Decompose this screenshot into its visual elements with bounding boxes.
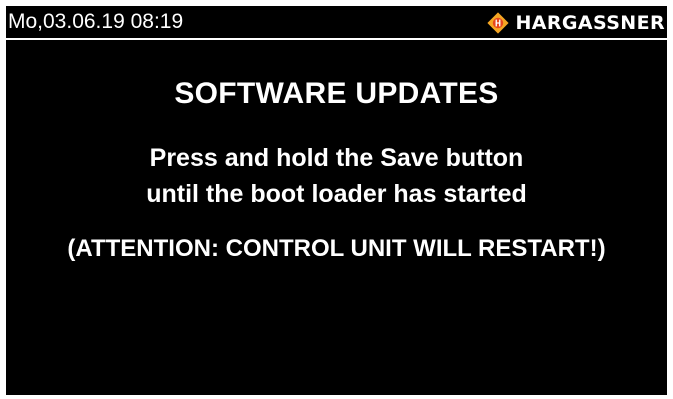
status-bar: Mo,03.06.19 08:19 HARGASSNER bbox=[6, 6, 667, 40]
page-title: SOFTWARE UPDATES bbox=[174, 77, 499, 110]
brand: HARGASSNER bbox=[487, 10, 665, 36]
brand-name: HARGASSNER bbox=[515, 12, 665, 34]
display-screen: Mo,03.06.19 08:19 HARGASSNER SOFTWARE UP… bbox=[6, 6, 667, 395]
instruction-line-2: until the boot loader has started bbox=[146, 180, 527, 208]
restart-warning: (ATTENTION: CONTROL UNIT WILL RESTART!) bbox=[67, 235, 606, 262]
hargassner-logo-icon bbox=[487, 12, 510, 34]
datetime-display: Mo,03.06.19 08:19 bbox=[8, 10, 184, 33]
instruction-line-1: Press and hold the Save button bbox=[149, 144, 524, 172]
